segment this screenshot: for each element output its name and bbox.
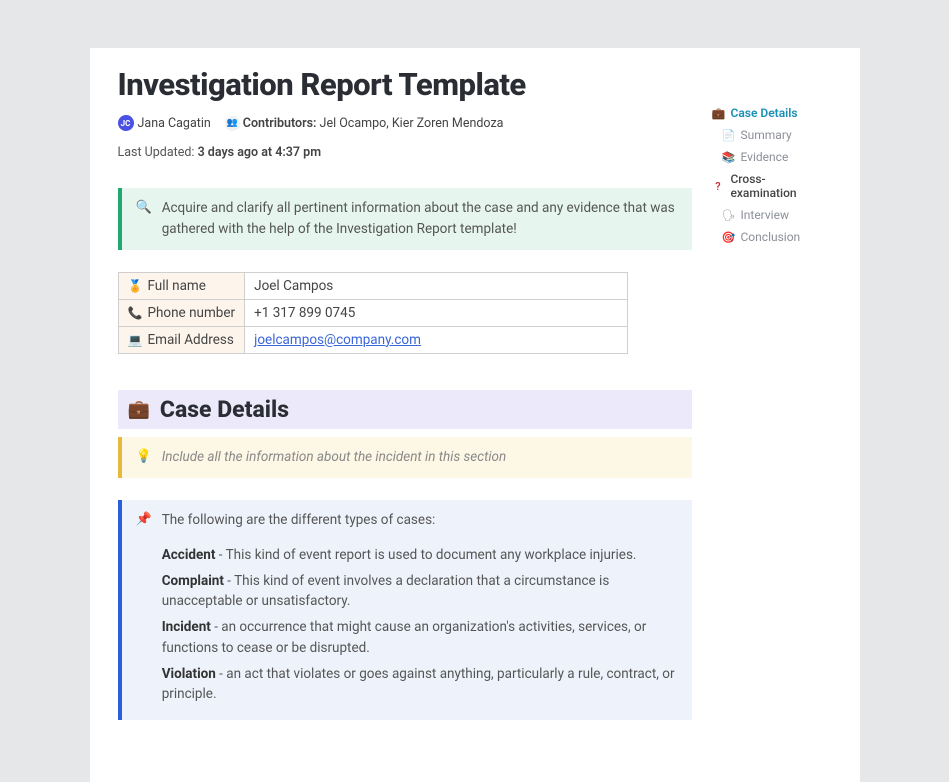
full-name-value[interactable]: Joel Campos xyxy=(245,272,627,299)
contributors[interactable]: 👥 Contributors: Jel Ocampo, Kier Zoren M… xyxy=(225,116,504,131)
phone-icon: 📞 xyxy=(128,306,143,320)
section-title: Case Details xyxy=(160,396,289,423)
outline-label: Summary xyxy=(741,128,792,142)
contributors-label: Contributors: xyxy=(243,116,317,131)
outline-item-summary[interactable]: 📄 Summary xyxy=(712,124,832,146)
contact-table: 🏅 Full name Joel Campos 📞 Phone number +1 … xyxy=(118,272,628,354)
intro-callout-text: Acquire and clarify all pertinent inform… xyxy=(162,198,678,240)
outline-item-case-details[interactable]: 💼 Case Details xyxy=(712,102,832,124)
full-name-label: Full name xyxy=(147,278,205,294)
types-intro: The following are the different types of… xyxy=(162,510,678,531)
def-text: - This kind of event involves a declarat… xyxy=(162,573,610,609)
last-updated-label: Last Updated: xyxy=(118,145,195,160)
types-body: The following are the different types of… xyxy=(162,510,678,711)
outline-list: 💼 Case Details 📄 Summary 📚 Evidence ? Cr… xyxy=(712,102,832,248)
full-name-label-cell: 🏅 Full name xyxy=(118,272,245,299)
page-title: Investigation Report Template xyxy=(118,66,692,103)
last-updated: Last Updated: 3 days ago at 4:37 pm xyxy=(118,145,322,160)
summary-icon: 📄 xyxy=(722,129,735,142)
medal-icon: 🏅 xyxy=(128,279,143,293)
briefcase-icon: 💼 xyxy=(712,107,725,120)
outline-item-interview[interactable]: 🗣 Interview xyxy=(712,204,832,226)
hint-callout: 💡 Include all the information about the … xyxy=(118,437,692,478)
outline-item-conclusion[interactable]: 🎯 Conclusion xyxy=(712,226,832,248)
phone-label-cell: 📞 Phone number xyxy=(118,299,245,326)
hint-text: Include all the information about the in… xyxy=(162,447,507,468)
def-term: Violation xyxy=(162,666,216,682)
outline-item-cross-examination[interactable]: ? Cross-examination xyxy=(712,168,832,204)
outline-panel: 💼 Case Details 📄 Summary 📚 Evidence ? Cr… xyxy=(712,66,832,742)
people-icon: 👥 xyxy=(225,116,240,131)
author-name: Jana Cagatin xyxy=(138,116,211,131)
author-chip[interactable]: JC Jana Cagatin xyxy=(118,115,211,131)
outline-label: Conclusion xyxy=(741,230,801,244)
phone-value[interactable]: +1 317 899 0745 xyxy=(245,299,627,326)
outline-label: Cross-examination xyxy=(730,172,831,200)
def-text: - an act that violates or goes against a… xyxy=(162,666,675,702)
contributors-names: Jel Ocampo, Kier Zoren Mendoza xyxy=(320,116,504,131)
intro-callout: 🔍 Acquire and clarify all pertinent info… xyxy=(118,188,692,250)
section-heading-case-details: 💼 Case Details xyxy=(118,390,692,429)
definition-item: Incident - an occurrence that might caus… xyxy=(162,617,678,658)
laptop-icon: 💻 xyxy=(128,333,143,347)
email-link[interactable]: joelcampos@company.com xyxy=(254,332,421,348)
main-column: Investigation Report Template JC Jana Ca… xyxy=(118,66,692,742)
definition-item: Accident - This kind of event report is … xyxy=(162,545,678,565)
def-text: - an occurrence that might cause an orga… xyxy=(162,619,647,655)
email-cell[interactable]: joelcampos@company.com xyxy=(245,326,627,353)
outline-label: Evidence xyxy=(741,150,789,164)
table-row: 🏅 Full name Joel Campos xyxy=(118,272,627,299)
def-term: Complaint xyxy=(162,573,224,589)
layout: Investigation Report Template JC Jana Ca… xyxy=(118,66,832,742)
def-text: - This kind of event report is used to d… xyxy=(215,547,636,563)
outline-label: Interview xyxy=(741,208,789,222)
outline-label: Case Details xyxy=(731,106,798,120)
email-label-cell: 💻 Email Address xyxy=(118,326,245,353)
meta-row: JC Jana Cagatin 👥 Contributors: Jel Ocam… xyxy=(118,115,692,160)
interview-icon: 🗣 xyxy=(722,209,735,222)
avatar: JC xyxy=(118,115,134,131)
pin-icon: 📌 xyxy=(136,510,152,711)
bulb-icon: 💡 xyxy=(136,447,152,468)
conclusion-icon: 🎯 xyxy=(722,231,735,244)
email-label: Email Address xyxy=(147,332,233,348)
definition-item: Violation - an act that violates or goes… xyxy=(162,664,678,705)
table-row: 📞 Phone number +1 317 899 0745 xyxy=(118,299,627,326)
last-updated-value: 3 days ago at 4:37 pm xyxy=(198,145,322,160)
question-icon: ? xyxy=(712,180,725,193)
document-page: Investigation Report Template JC Jana Ca… xyxy=(90,48,860,782)
definition-item: Complaint - This kind of event involves … xyxy=(162,571,678,612)
magnifier-icon: 🔍 xyxy=(136,198,152,240)
def-term: Accident xyxy=(162,547,216,563)
outline-item-evidence[interactable]: 📚 Evidence xyxy=(712,146,832,168)
briefcase-icon: 💼 xyxy=(128,399,150,420)
table-row: 💻 Email Address joelcampos@company.com xyxy=(118,326,627,353)
types-callout: 📌 The following are the different types … xyxy=(118,500,692,721)
phone-label: Phone number xyxy=(147,305,235,321)
def-term: Incident xyxy=(162,619,211,635)
evidence-icon: 📚 xyxy=(722,151,735,164)
